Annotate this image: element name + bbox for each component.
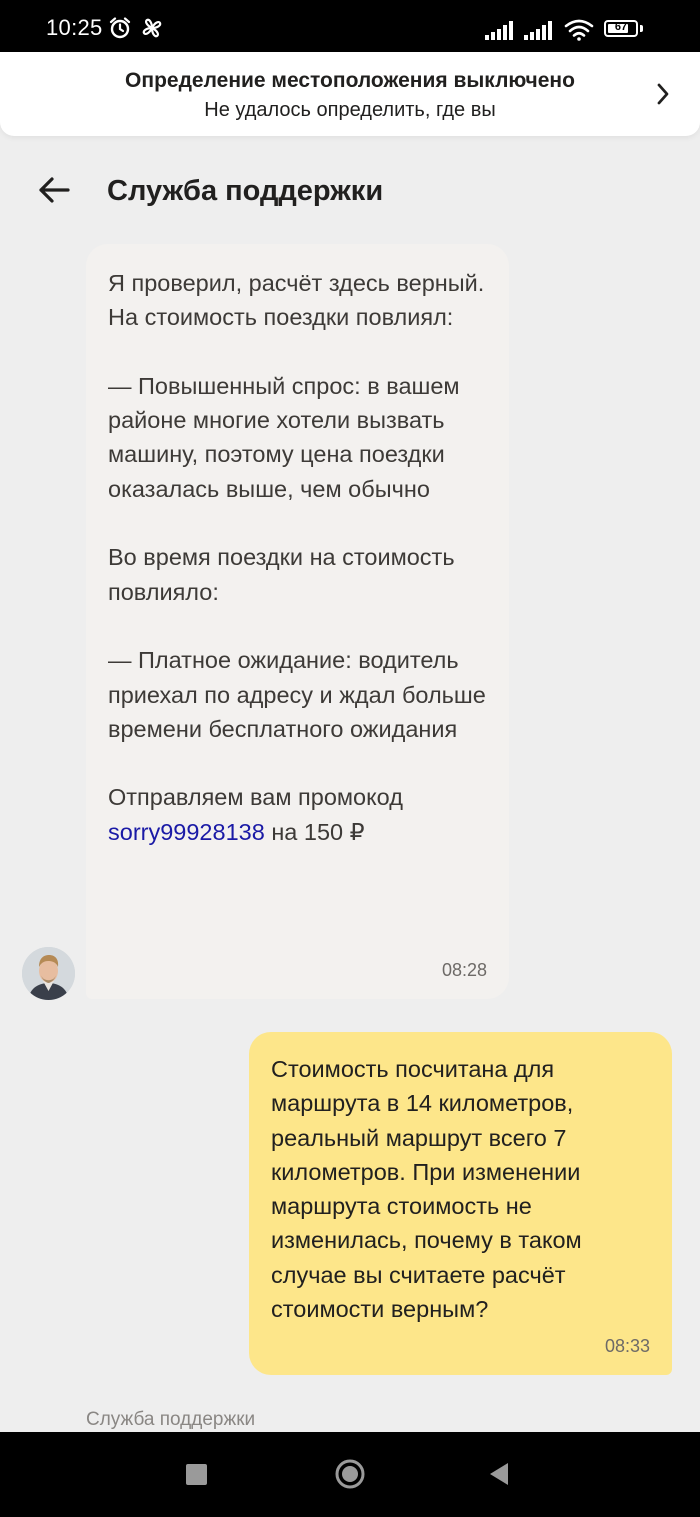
message-paragraph: — Повышенный спрос: в вашем районе многи…	[108, 372, 460, 502]
arrow-left-icon	[39, 177, 70, 203]
wifi-icon	[564, 19, 594, 41]
signal-icon	[524, 21, 552, 40]
message-paragraph: — Платное ожидание: водитель приехал по …	[108, 647, 486, 742]
message-timestamp: 08:28	[441, 960, 487, 980]
battery-cap	[640, 25, 643, 32]
incoming-message-bubble: Я проверил, расчёт здесь верный. На стои…	[86, 244, 509, 999]
support-agent-avatar	[22, 947, 75, 1000]
home-button[interactable]	[334, 1458, 366, 1490]
signal-icon	[485, 21, 513, 40]
chevron-right-icon[interactable]	[656, 83, 670, 105]
message-paragraph: Я проверил, расчёт здесь верный. На стои…	[108, 270, 485, 331]
location-banner-subtitle: Не удалось определить, где вы	[204, 99, 496, 121]
location-banner-title: Определение местоположения выключено	[125, 69, 575, 92]
system-back-button[interactable]	[487, 1461, 511, 1487]
avatar	[22, 947, 75, 1000]
sender-label: Служба поддержки	[86, 1409, 256, 1430]
message-text: Стоимость посчитана для маршрута в 14 ки…	[271, 1056, 582, 1323]
navigation-bar	[0, 1432, 700, 1517]
outgoing-message-bubble: Стоимость посчитана для маршрута в 14 ки…	[249, 1032, 672, 1375]
message-paragraph: Во время поездки на стоимость повлияло:	[108, 544, 455, 605]
promo-paragraph: Отправляем вам промокод sorry99928138 на…	[108, 780, 487, 849]
promo-code-link[interactable]: sorry99928138	[108, 819, 265, 845]
fan-icon	[142, 18, 162, 38]
message-timestamp: 08:33	[604, 1336, 650, 1356]
alarm-icon	[109, 17, 131, 39]
status-bar: 10:25 67	[0, 0, 700, 52]
battery-level: 67	[614, 21, 628, 33]
battery-icon: 67	[604, 20, 638, 37]
promo-suffix: на 150 ₽	[271, 818, 365, 845]
status-time: 10:25	[46, 15, 103, 40]
location-banner[interactable]: Определение местоположения выключено Не …	[0, 52, 700, 136]
page-title: Служба поддержки	[107, 175, 384, 207]
back-button[interactable]	[34, 170, 74, 210]
recents-button[interactable]	[186, 1464, 207, 1485]
promo-prefix: Отправляем вам промокод	[108, 784, 403, 811]
